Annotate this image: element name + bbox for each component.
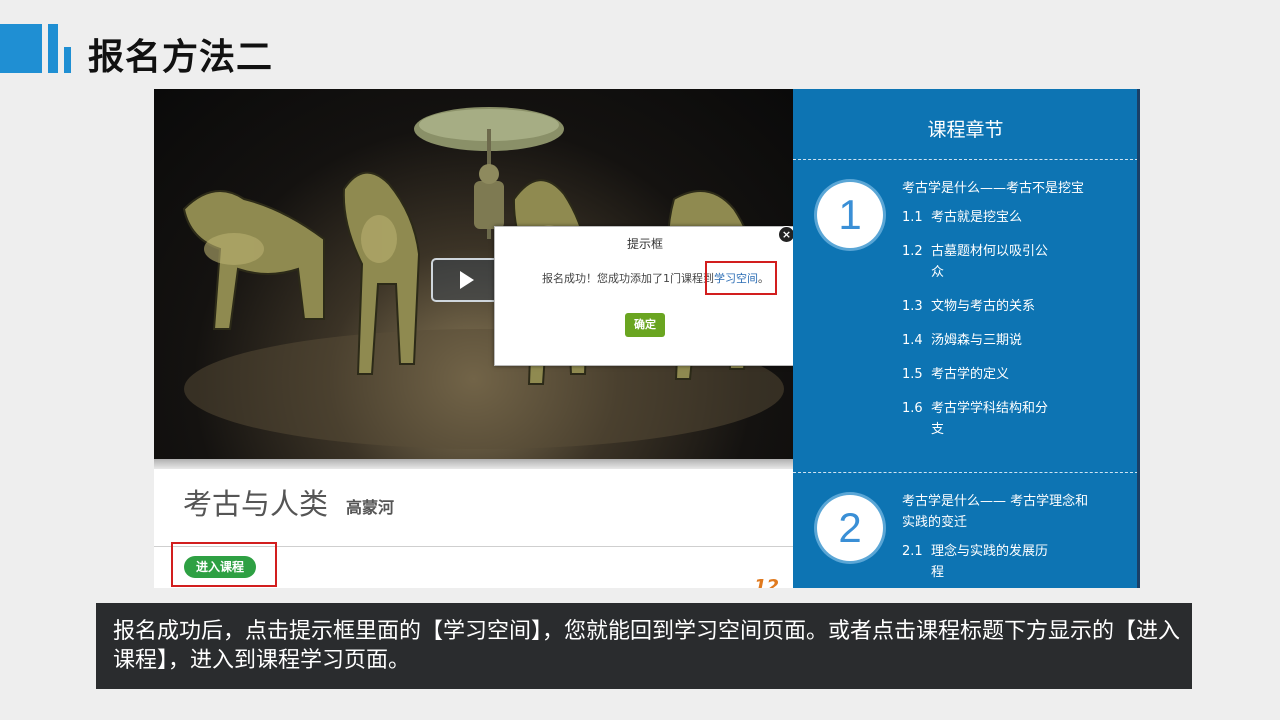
- chapter-item[interactable]: 1.3 文物与考古的关系: [902, 296, 1035, 317]
- confirm-button[interactable]: 确定: [625, 313, 665, 337]
- course-teacher: 高蒙河: [346, 498, 395, 517]
- divider: [793, 472, 1138, 473]
- partial-number: 12: [754, 576, 780, 588]
- item-label: 文物与考古的关系: [931, 299, 1036, 314]
- item-number: 1.4: [902, 333, 923, 348]
- item-label: 考古学的定义: [931, 367, 1010, 382]
- chapter-item[interactable]: 1.2 古墓题材何以吸引公 众: [902, 241, 1048, 283]
- image-bottom-strip: [154, 459, 793, 469]
- item-label: 古墓题材何以吸引公: [931, 244, 1049, 259]
- chapter-title-line: 考古学是什么—— 考古学理念和: [902, 494, 1089, 509]
- panel-edge: [1137, 89, 1140, 588]
- item-label-continued: 支: [931, 422, 945, 437]
- chapter-title[interactable]: 考古学是什么—— 考古学理念和 实践的变迁: [902, 491, 1088, 533]
- play-icon: [460, 271, 474, 289]
- course-title: 考古与人类: [183, 487, 329, 521]
- chapter-item[interactable]: 1.4 汤姆森与三期说: [902, 330, 1022, 351]
- slide-title: 报名方法二: [88, 37, 274, 78]
- caption-text: 报名成功后，点击提示框里面的【学习空间】，您就能回到学习空间页面。或者点击课程标…: [113, 619, 1181, 673]
- item-number: 2.1: [902, 544, 923, 559]
- chapter-panel: 课程章节 1 考古学是什么——考古不是挖宝 1.1 考古就是挖宝么 1.2 古墓题材…: [793, 89, 1138, 588]
- chapter-item[interactable]: 1.5 考古学的定义: [902, 364, 1009, 385]
- chapter-item[interactable]: 1.1 考古就是挖宝么: [902, 207, 1022, 228]
- caption-box: 报名成功后，点击提示框里面的【学习空间】，您就能回到学习空间页面。或者点击课程标…: [96, 603, 1192, 689]
- item-label: 考古就是挖宝么: [931, 210, 1023, 225]
- dialog-message-text: 报名成功！您成功添加了1门课程到: [542, 272, 714, 285]
- item-label-continued: 众: [931, 265, 945, 280]
- chapter-number-badge: 1: [817, 182, 883, 248]
- video-play-button[interactable]: [431, 258, 499, 302]
- item-number: 1.5: [902, 367, 923, 382]
- item-label: 考古学学科结构和分: [931, 401, 1049, 416]
- course-page-screenshot: 考古与人类 高蒙河 进入课程 12 提示框 × 报名成功！您成功添加了1门课程到…: [154, 89, 1140, 588]
- highlight-box-enter-course: [171, 542, 277, 587]
- item-number: 1.1: [902, 210, 923, 225]
- chapter-item[interactable]: 2.1 理念与实践的发展历 程: [902, 541, 1048, 583]
- item-label: 理念与实践的发展历: [931, 544, 1049, 559]
- success-dialog: 提示框 × 报名成功！您成功添加了1门课程到学习空间。 确定: [494, 226, 796, 366]
- chapter-panel-title: 课程章节: [927, 119, 1004, 141]
- header-accent-bar: [48, 24, 58, 73]
- item-number: 1.3: [902, 299, 923, 314]
- item-number: 1.6: [902, 401, 923, 416]
- chapter-number-badge: 2: [817, 495, 883, 561]
- header-accent-bar: [0, 24, 42, 73]
- chapter-title-line: 实践的变迁: [902, 515, 968, 530]
- header-accent-bar: [64, 47, 71, 73]
- chapter-title[interactable]: 考古学是什么——考古不是挖宝: [902, 178, 1084, 199]
- highlight-box-study-space: [705, 261, 777, 295]
- dialog-title: 提示框: [626, 237, 663, 251]
- item-label: 汤姆森与三期说: [931, 333, 1023, 348]
- chapter-item[interactable]: 1.6 考古学学科结构和分 支: [902, 398, 1048, 440]
- item-label-continued: 程: [931, 565, 945, 580]
- divider: [793, 159, 1138, 160]
- item-number: 1.2: [902, 244, 923, 259]
